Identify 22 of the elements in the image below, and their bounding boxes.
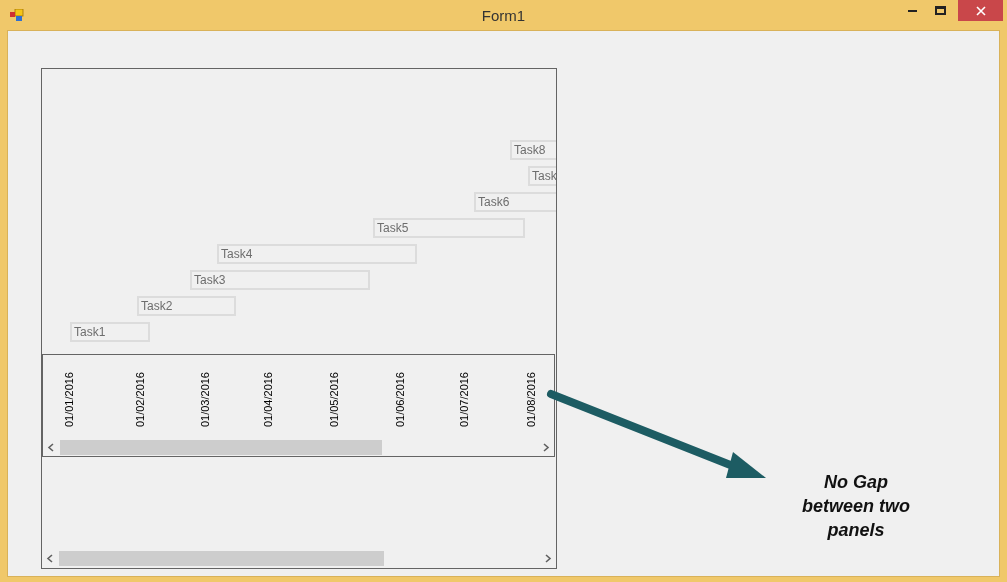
task-bar[interactable]: Task4 xyxy=(217,244,417,264)
date-label: 01/03/2016 xyxy=(199,372,211,428)
app-icon[interactable] xyxy=(10,9,24,21)
annotation-text: No Gap between two panels xyxy=(801,471,911,542)
close-icon xyxy=(975,5,986,16)
date-label: 01/05/2016 xyxy=(328,372,340,428)
scroll-thumb[interactable] xyxy=(59,551,384,566)
date-label: 01/07/2016 xyxy=(458,372,470,428)
task-bar[interactable]: Task8 xyxy=(510,140,556,160)
task-bar[interactable]: Task1 xyxy=(70,322,150,342)
task-bar[interactable]: Task xyxy=(528,166,556,186)
window-title: Form1 xyxy=(481,6,526,26)
task-bar[interactable]: Task6 xyxy=(474,192,556,212)
task-bar[interactable]: Task5 xyxy=(373,218,525,238)
task-bar[interactable]: Task2 xyxy=(137,296,236,316)
date-label: 01/01/2016 xyxy=(63,372,75,428)
scroll-thumb[interactable] xyxy=(60,440,382,455)
task-bar[interactable]: Task3 xyxy=(190,270,370,290)
date-label: 01/08/2016 xyxy=(525,372,537,428)
date-label: 01/06/2016 xyxy=(394,372,406,428)
date-label: 01/02/2016 xyxy=(134,372,146,428)
date-label: 01/04/2016 xyxy=(262,372,274,428)
